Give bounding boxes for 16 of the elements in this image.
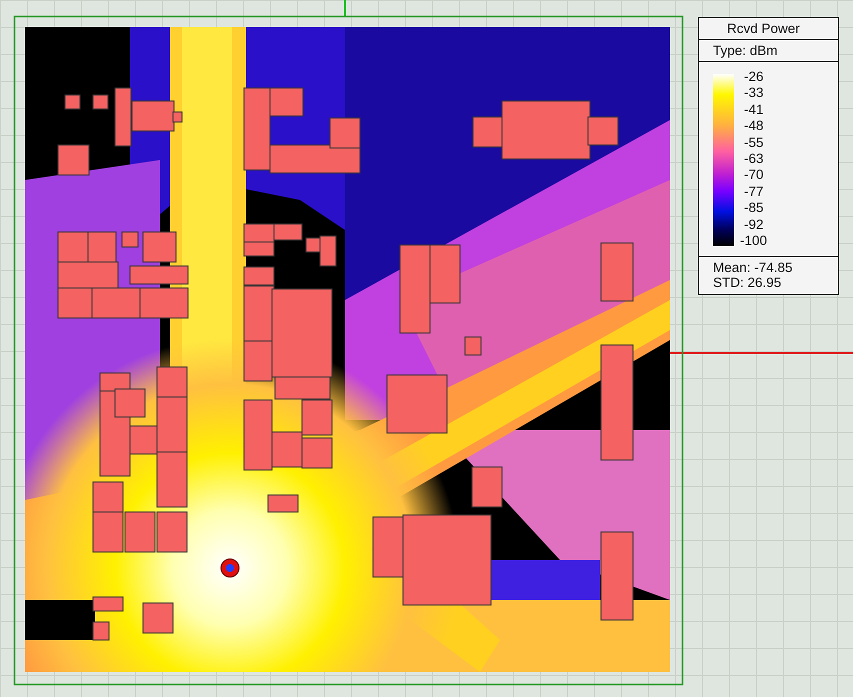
scale-tick-label: -55: [744, 136, 765, 150]
scale-tick-label: -26: [744, 70, 765, 84]
scale-tick-label: -48: [744, 119, 765, 134]
scale-tick-label: -63: [744, 152, 765, 166]
transmitter-icon: [220, 558, 240, 578]
scale-tick-label: -100: [740, 234, 768, 248]
scale-tick-label: -92: [744, 218, 765, 232]
legend-unit-label: Type: dBm: [713, 43, 778, 58]
scale-tick-label: -77: [744, 184, 765, 199]
legend-title: Rcvd Power: [726, 21, 800, 36]
mean-value: Mean: -74.85: [713, 260, 794, 275]
std-value: STD: 26.95: [713, 275, 782, 290]
scale-tick-label: -70: [744, 168, 765, 182]
scale-tick-label: -41: [744, 102, 765, 117]
scale-tick-label: -85: [744, 201, 765, 216]
scale-tick-label: -33: [744, 86, 765, 100]
